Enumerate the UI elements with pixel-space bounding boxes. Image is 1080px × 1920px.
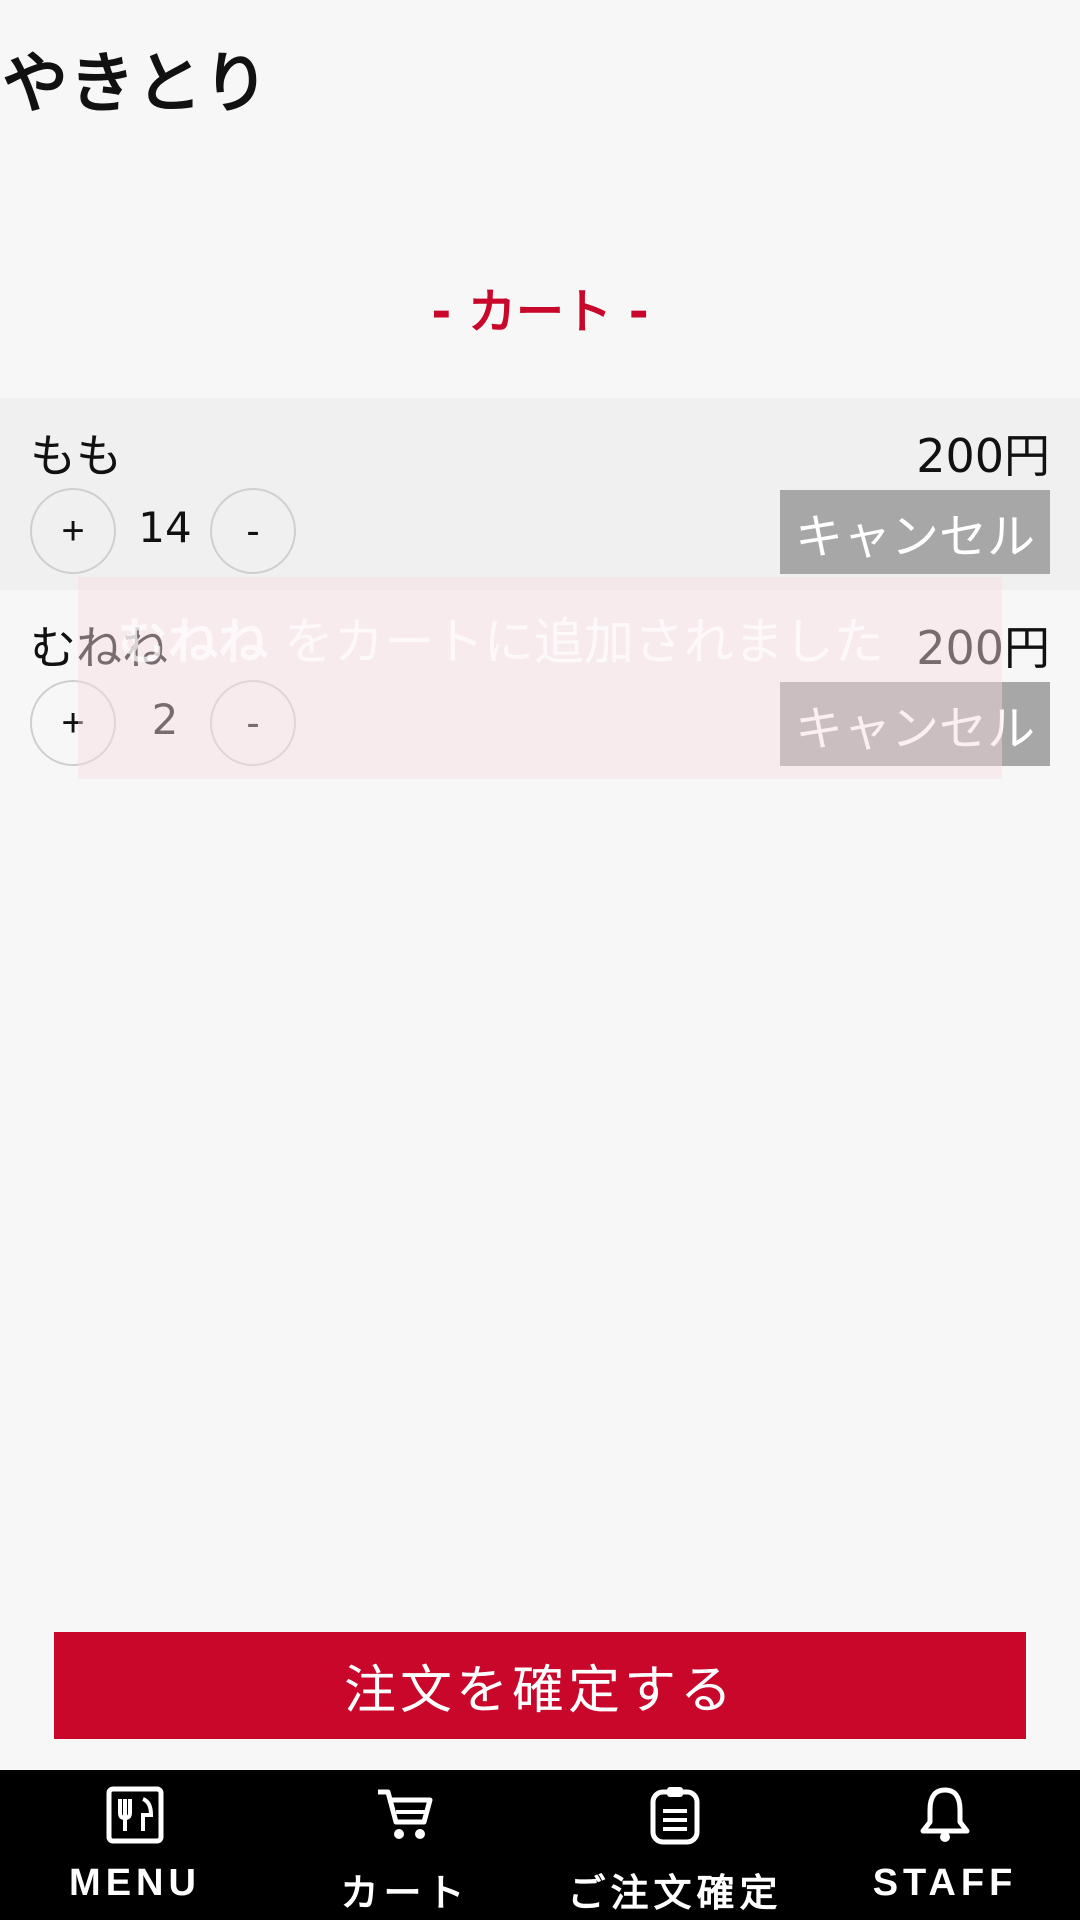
- nav-item-staff[interactable]: STAFF: [810, 1770, 1080, 1920]
- bottom-nav: MENU カート ご注文確定 STAFF: [0, 1770, 1080, 1920]
- increase-quantity-button[interactable]: +: [30, 680, 116, 766]
- item-name: もも: [30, 429, 122, 483]
- nav-label-staff: STAFF: [872, 1862, 1018, 1904]
- bell-icon: [920, 1787, 970, 1842]
- increase-quantity-button[interactable]: +: [30, 488, 116, 574]
- menu-icon: [106, 1786, 164, 1844]
- order-confirm-icon: [650, 1787, 700, 1845]
- cart-item-row: もも 200円 + 14 - キャンセル: [0, 398, 1080, 590]
- item-price: 200円: [916, 621, 1050, 675]
- nav-label-order-confirm: ご注文確定: [567, 1873, 783, 1915]
- item-quantity: 2: [151, 695, 179, 744]
- confirm-order-button[interactable]: 注文を確定する: [54, 1632, 1026, 1739]
- cancel-item-button[interactable]: キャンセル: [780, 682, 1050, 766]
- decrease-quantity-button[interactable]: -: [210, 680, 296, 766]
- nav-item-cart[interactable]: カート: [270, 1770, 540, 1920]
- item-quantity: 14: [138, 503, 192, 552]
- nav-label-cart: カート: [340, 1873, 470, 1915]
- cart-icon: [378, 1789, 433, 1839]
- nav-item-order-confirm[interactable]: ご注文確定: [540, 1770, 810, 1920]
- nav-item-menu[interactable]: MENU: [0, 1770, 270, 1920]
- item-price: 200円: [916, 429, 1050, 483]
- item-name: むねね: [30, 621, 168, 675]
- app-title: やきとり: [2, 45, 270, 122]
- nav-label-menu: MENU: [69, 1862, 201, 1904]
- cancel-item-button[interactable]: キャンセル: [780, 490, 1050, 574]
- cart-item-row: むねね 200円 + 2 - キャンセル: [0, 590, 1080, 782]
- decrease-quantity-button[interactable]: -: [210, 488, 296, 574]
- cart-heading: - カート -: [431, 284, 649, 340]
